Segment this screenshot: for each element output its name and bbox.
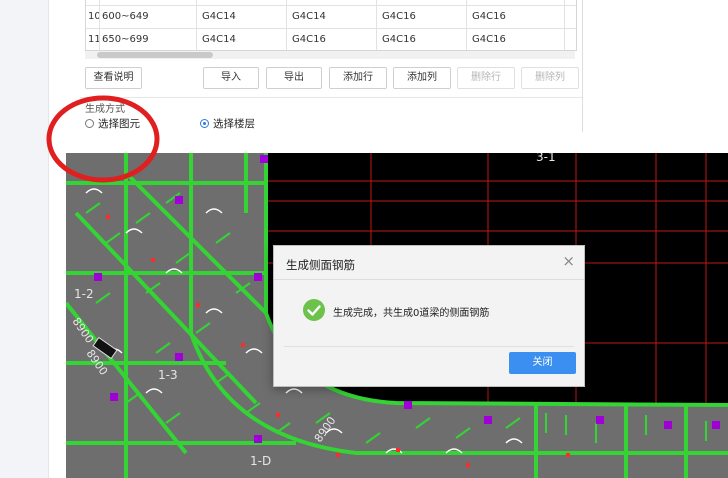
radio-checked-icon[interactable] [200, 119, 209, 128]
divider [284, 346, 574, 347]
add-column-button[interactable]: 添加列 [393, 67, 451, 89]
generate-side-rebar-dialog: 生成侧面钢筋 × 生成完成，共生成0道梁的侧面钢筋 关闭 [273, 245, 585, 387]
cell-range[interactable]: 600~649 [102, 6, 149, 28]
help-button[interactable]: 查看说明 [85, 67, 142, 89]
rebar-table: 10 600~649 G4C14 G4C14 G4C16 G4C16 11 65… [85, 0, 577, 51]
radio-select-floor[interactable]: 选择楼层 [200, 116, 255, 131]
dialog-message: 生成完成，共生成0道梁的侧面钢筋 [333, 308, 490, 319]
axis-label: 1-D [250, 454, 271, 468]
axis-label: 3-1 [536, 153, 556, 164]
cell-value[interactable]: G4C16 [292, 29, 326, 50]
column-divider [99, 0, 100, 50]
import-button[interactable]: 导入 [203, 67, 259, 89]
cell-value[interactable]: G4C16 [382, 29, 416, 50]
horizontal-scrollbar[interactable] [85, 51, 575, 59]
delete-column-button[interactable]: 删除列 [521, 67, 579, 89]
success-check-icon [303, 299, 325, 321]
scrollbar-thumb[interactable] [97, 52, 213, 58]
table-row[interactable]: 11 650~699 G4C14 G4C16 G4C16 G4C16 [86, 28, 576, 50]
close-button[interactable]: 关闭 [509, 352, 576, 374]
column-divider [286, 0, 287, 50]
cell-value[interactable]: G4C16 [382, 6, 416, 28]
delete-row-button[interactable]: 删除行 [457, 67, 515, 89]
cell-value[interactable]: G4C14 [292, 6, 326, 28]
radio-label: 选择楼层 [213, 118, 255, 130]
cell-value[interactable]: G4C14 [202, 6, 236, 28]
cell-value[interactable]: G4C16 [472, 29, 506, 50]
column-divider [466, 0, 467, 50]
column-divider [564, 0, 565, 50]
cell-range[interactable]: 650~699 [102, 29, 149, 50]
cell-value[interactable]: G4C14 [202, 29, 236, 50]
axis-label: 1-3 [158, 368, 178, 382]
left-sidebar [0, 0, 49, 478]
cell-value[interactable]: G4C16 [472, 6, 506, 28]
annotation-circle [46, 95, 160, 183]
dialog-title: 生成侧面钢筋 [286, 258, 355, 272]
column-divider [376, 0, 377, 50]
add-row-button[interactable]: 添加行 [329, 67, 387, 89]
table-row[interactable]: 10 600~649 G4C14 G4C14 G4C16 G4C16 [86, 5, 576, 28]
export-button[interactable]: 导出 [266, 67, 322, 89]
axis-label: 1-2 [74, 287, 94, 301]
column-divider [196, 0, 197, 50]
divider [274, 279, 584, 280]
close-icon[interactable]: × [562, 252, 575, 270]
